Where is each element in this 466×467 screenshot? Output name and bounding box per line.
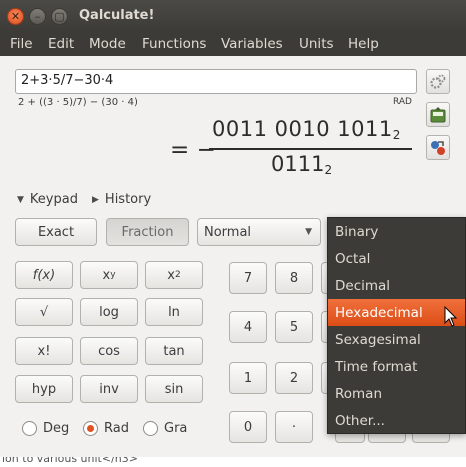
menu-variables[interactable]: Variables [221, 36, 283, 52]
menu-item-other[interactable]: Other... [328, 407, 465, 434]
collapsed-arrow-icon: ▶ [92, 194, 99, 205]
key-inv[interactable]: inv [80, 375, 138, 403]
key-power[interactable]: xy [80, 261, 138, 289]
minimize-icon: – [34, 10, 41, 23]
keypad-expander[interactable]: ▼ Keypad [17, 192, 78, 207]
menu-item-sexagesimal[interactable]: Sexagesimal [328, 326, 465, 353]
key-square[interactable]: x2 [145, 261, 203, 289]
menu-edit[interactable]: Edit [48, 36, 74, 52]
window-title: Qalculate! [79, 8, 155, 23]
key-factorial[interactable]: x! [15, 337, 73, 365]
key-5[interactable]: 5 [275, 311, 313, 343]
gears-icon [430, 74, 446, 89]
dropdown-arrow-icon: ▼ [305, 227, 312, 237]
key-1[interactable]: 1 [229, 362, 267, 394]
result-denominator: 01112 [271, 152, 333, 177]
result-numerator: 0011 0010 10112 [212, 117, 401, 142]
menu-item-octal[interactable]: Octal [328, 245, 465, 272]
store-button[interactable] [426, 102, 450, 127]
fraction-toggle[interactable]: Fraction [106, 218, 189, 246]
radio-rad[interactable]: Rad [83, 421, 129, 436]
radio-rad-label: Rad [104, 421, 129, 436]
key-4[interactable]: 4 [229, 311, 267, 343]
menu-item-roman[interactable]: Roman [328, 380, 465, 407]
radio-gra-label: Gra [164, 421, 188, 436]
menu-item-binary[interactable]: Binary [328, 218, 465, 245]
fraction-line [209, 148, 412, 150]
menu-item-decimal[interactable]: Decimal [328, 272, 465, 299]
angle-unit-indicator: RAD [393, 97, 412, 107]
key-hyp[interactable]: hyp [15, 375, 73, 403]
key-7[interactable]: 7 [229, 262, 267, 294]
menu-units[interactable]: Units [299, 36, 334, 52]
minimize-window-button[interactable]: – [29, 8, 46, 25]
menu-file[interactable]: File [10, 36, 33, 52]
radio-circle [22, 421, 37, 436]
title-bar: ✕ – ▢ Qalculate! [0, 0, 466, 32]
key-function[interactable]: f(x) [15, 261, 73, 289]
key-sin[interactable]: sin [145, 375, 203, 403]
radio-circle [143, 421, 158, 436]
maximize-window-button[interactable]: ▢ [51, 8, 68, 25]
close-icon: ✕ [10, 10, 21, 23]
key-2[interactable]: 2 [275, 362, 313, 394]
maximize-icon: ▢ [54, 10, 65, 23]
menu-bar: File Edit Mode Functions Variables Units… [0, 32, 466, 56]
parsed-expression: 2 + ((3 · 5)/7) − (30 · 4) [18, 97, 138, 108]
key-tan[interactable]: tan [145, 337, 203, 365]
background-text: ion to various unit</h3> [2, 457, 138, 465]
key-sqrt[interactable]: √ [15, 298, 73, 326]
close-window-button[interactable]: ✕ [7, 8, 24, 25]
execute-button[interactable] [426, 69, 450, 94]
store-icon [430, 106, 446, 122]
menu-functions[interactable]: Functions [142, 36, 206, 52]
radio-deg[interactable]: Deg [22, 421, 69, 436]
history-label: History [104, 192, 152, 207]
radio-deg-label: Deg [43, 421, 70, 436]
result-equals-sign: = − [170, 137, 216, 163]
background-page-strip: ion to various unit</h3> [0, 457, 466, 467]
expression-input[interactable]: 2+3·5/7−30·4 [15, 69, 417, 94]
key-cos[interactable]: cos [80, 337, 138, 365]
menu-help[interactable]: Help [348, 36, 379, 52]
key-8[interactable]: 8 [275, 262, 313, 294]
keypad-label: Keypad [29, 192, 78, 207]
menu-item-time-format[interactable]: Time format [328, 353, 465, 380]
radio-gra[interactable]: Gra [143, 421, 187, 436]
display-mode-value: Normal [204, 224, 252, 240]
convert-icon [431, 140, 445, 155]
key-decimal[interactable]: · [275, 411, 313, 443]
menu-mode[interactable]: Mode [89, 36, 126, 52]
expanded-arrow-icon: ▼ [17, 194, 24, 205]
history-expander[interactable]: ▶ History [92, 192, 151, 207]
display-mode-select[interactable]: Normal ▼ [197, 218, 321, 246]
convert-button[interactable] [426, 135, 450, 160]
key-log[interactable]: log [80, 298, 138, 326]
exact-button[interactable]: Exact [15, 218, 97, 246]
key-ln[interactable]: ln [145, 298, 203, 326]
key-0[interactable]: 0 [229, 411, 267, 443]
radio-circle-selected [83, 421, 98, 436]
mouse-pointer-icon [444, 306, 458, 327]
